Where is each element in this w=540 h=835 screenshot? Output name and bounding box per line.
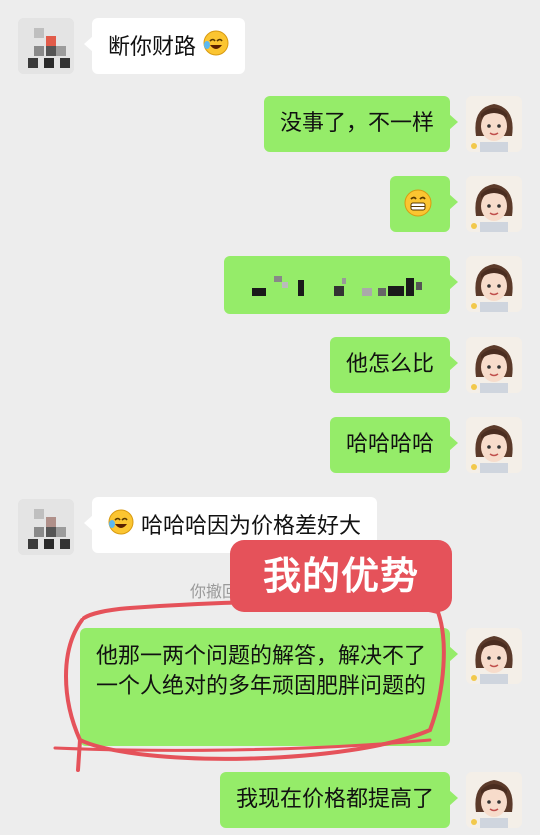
message-bubble-sent[interactable]: [390, 176, 458, 232]
user-avatar[interactable]: [466, 256, 522, 312]
message-bubble-sent[interactable]: 他怎么比: [329, 337, 459, 393]
contact-avatar[interactable]: [18, 499, 74, 555]
face-with-tears-of-joy-icon: [203, 30, 229, 66]
girl-avatar-icon: [466, 417, 522, 473]
message-text: 哈哈哈哈: [345, 432, 434, 457]
message-bubble-sent[interactable]: 我现在价格都提高了: [219, 772, 459, 828]
user-avatar[interactable]: [466, 772, 522, 828]
message-bubble-sent[interactable]: 哈哈哈哈: [329, 417, 459, 473]
girl-avatar-icon: [466, 337, 522, 393]
message-bubble-received[interactable]: 断你财路: [83, 18, 246, 74]
face-with-tears-of-joy-icon: [108, 509, 134, 545]
message-text: 哈哈哈因为价格差好大: [141, 514, 362, 539]
girl-avatar-icon: [466, 96, 522, 152]
message-text: 他怎么比: [345, 352, 434, 377]
girl-avatar-icon: [466, 628, 522, 684]
pixelated-text-icon: [252, 276, 422, 296]
message-bubble-sent[interactable]: 没事了，不一样: [263, 96, 459, 152]
grinning-face-icon: [403, 188, 433, 228]
message-bubble-sent-redacted[interactable]: [224, 256, 458, 314]
girl-avatar-icon: [466, 772, 522, 828]
user-avatar[interactable]: [466, 176, 522, 232]
girl-avatar-icon: [466, 256, 522, 312]
user-avatar[interactable]: [466, 417, 522, 473]
message-bubble-sent[interactable]: 他那一两个问题的解答，解决不了一个人绝对的多年顽固肥胖问题的: [80, 628, 458, 746]
message-text: 断你财路: [108, 35, 197, 60]
message-text: 他那一两个问题的解答，解决不了一个人绝对的多年顽固肥胖问题的: [96, 644, 427, 699]
user-avatar[interactable]: [466, 96, 522, 152]
user-avatar[interactable]: [466, 337, 522, 393]
contact-avatar[interactable]: [18, 18, 74, 74]
girl-avatar-icon: [466, 176, 522, 232]
pixelated-avatar-icon: [18, 499, 74, 555]
pixelated-avatar-icon: [18, 18, 74, 74]
annotation-label: 我的优势: [230, 540, 452, 612]
message-text: 我现在价格都提高了: [235, 787, 434, 812]
user-avatar[interactable]: [466, 628, 522, 684]
message-text: 没事了，不一样: [279, 111, 434, 136]
